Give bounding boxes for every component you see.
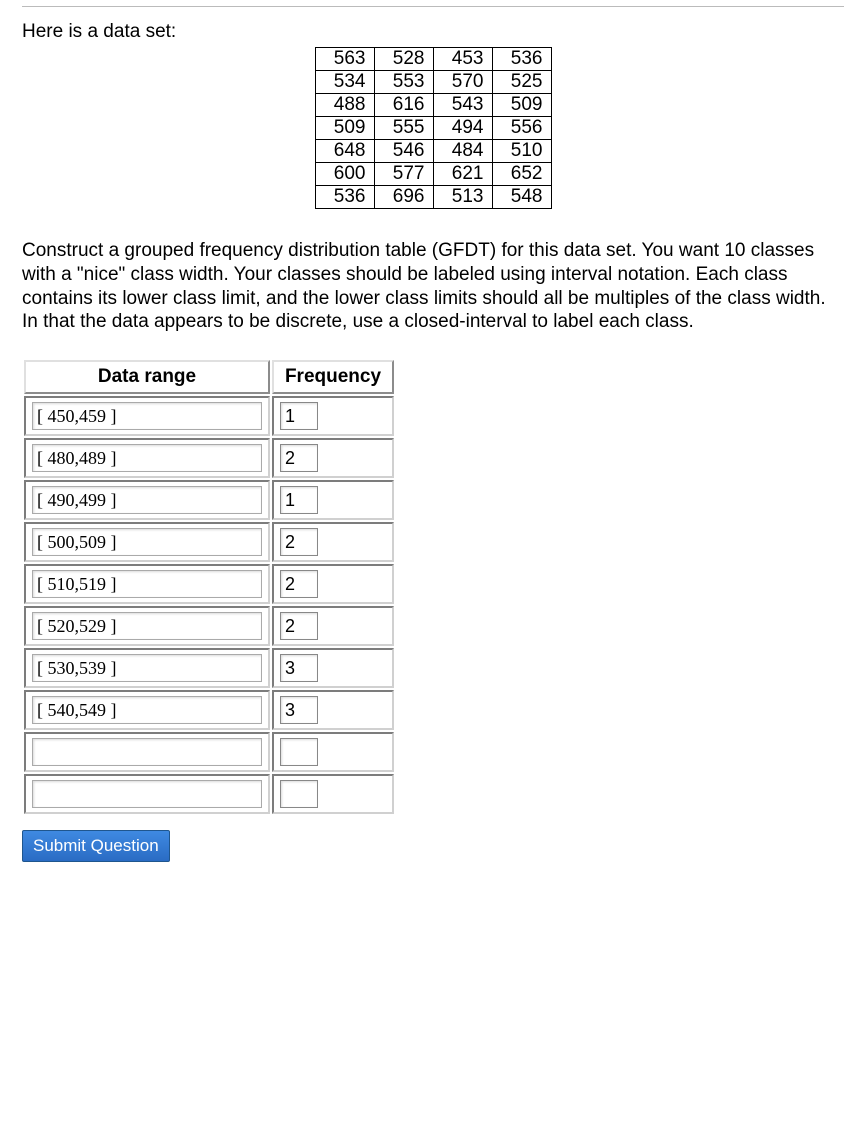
gfdt-header-freq: Frequency xyxy=(272,360,394,394)
gfdt-freq-cell xyxy=(272,606,394,646)
data-cell: 696 xyxy=(374,186,433,209)
gfdt-range-cell xyxy=(24,690,270,730)
data-range-input[interactable] xyxy=(32,780,262,808)
gfdt-row xyxy=(24,648,394,688)
frequency-input[interactable] xyxy=(280,486,318,514)
data-range-input[interactable] xyxy=(32,696,262,724)
gfdt-table: Data range Frequency xyxy=(22,358,396,816)
data-range-input[interactable] xyxy=(32,654,262,682)
data-cell: 555 xyxy=(374,117,433,140)
data-cell: 543 xyxy=(433,94,492,117)
data-cell: 616 xyxy=(374,94,433,117)
gfdt-range-cell xyxy=(24,774,270,814)
frequency-input[interactable] xyxy=(280,528,318,556)
data-cell: 577 xyxy=(374,163,433,186)
gfdt-row xyxy=(24,690,394,730)
gfdt-header-range: Data range xyxy=(24,360,270,394)
data-cell: 484 xyxy=(433,140,492,163)
gfdt-freq-cell xyxy=(272,396,394,436)
data-cell: 509 xyxy=(492,94,551,117)
data-cell: 494 xyxy=(433,117,492,140)
gfdt-freq-cell xyxy=(272,438,394,478)
data-cell: 563 xyxy=(315,48,374,71)
gfdt-range-cell xyxy=(24,522,270,562)
gfdt-row xyxy=(24,480,394,520)
data-cell: 548 xyxy=(492,186,551,209)
data-cell: 509 xyxy=(315,117,374,140)
data-set-table: 5635284535365345535705254886165435095095… xyxy=(315,47,552,209)
intro-text: Here is a data set: xyxy=(22,21,844,43)
gfdt-range-cell xyxy=(24,564,270,604)
frequency-input[interactable] xyxy=(280,780,318,808)
data-cell: 536 xyxy=(492,48,551,71)
data-cell: 510 xyxy=(492,140,551,163)
data-cell: 525 xyxy=(492,71,551,94)
frequency-input[interactable] xyxy=(280,444,318,472)
data-range-input[interactable] xyxy=(32,528,262,556)
data-cell: 536 xyxy=(315,186,374,209)
data-cell: 556 xyxy=(492,117,551,140)
frequency-input[interactable] xyxy=(280,612,318,640)
data-cell: 600 xyxy=(315,163,374,186)
submit-question-button[interactable]: Submit Question xyxy=(22,830,170,862)
gfdt-row xyxy=(24,564,394,604)
gfdt-range-cell xyxy=(24,732,270,772)
frequency-input[interactable] xyxy=(280,738,318,766)
gfdt-range-cell xyxy=(24,438,270,478)
gfdt-row xyxy=(24,522,394,562)
frequency-input[interactable] xyxy=(280,654,318,682)
gfdt-freq-cell xyxy=(272,648,394,688)
data-range-input[interactable] xyxy=(32,570,262,598)
gfdt-freq-cell xyxy=(272,564,394,604)
frequency-input[interactable] xyxy=(280,402,318,430)
data-range-input[interactable] xyxy=(32,402,262,430)
gfdt-range-cell xyxy=(24,648,270,688)
frequency-input[interactable] xyxy=(280,696,318,724)
data-cell: 513 xyxy=(433,186,492,209)
data-cell: 553 xyxy=(374,71,433,94)
gfdt-freq-cell xyxy=(272,690,394,730)
gfdt-row xyxy=(24,396,394,436)
gfdt-range-cell xyxy=(24,606,270,646)
gfdt-freq-cell xyxy=(272,774,394,814)
gfdt-freq-cell xyxy=(272,480,394,520)
gfdt-range-cell xyxy=(24,396,270,436)
frequency-input[interactable] xyxy=(280,570,318,598)
gfdt-row xyxy=(24,732,394,772)
gfdt-row xyxy=(24,438,394,478)
data-cell: 528 xyxy=(374,48,433,71)
instructions-text: Construct a grouped frequency distributi… xyxy=(22,239,844,334)
data-cell: 652 xyxy=(492,163,551,186)
data-range-input[interactable] xyxy=(32,738,262,766)
data-cell: 488 xyxy=(315,94,374,117)
data-range-input[interactable] xyxy=(32,612,262,640)
top-divider xyxy=(22,6,844,7)
gfdt-row xyxy=(24,774,394,814)
data-range-input[interactable] xyxy=(32,486,262,514)
data-range-input[interactable] xyxy=(32,444,262,472)
gfdt-range-cell xyxy=(24,480,270,520)
data-cell: 534 xyxy=(315,71,374,94)
data-cell: 546 xyxy=(374,140,433,163)
data-cell: 570 xyxy=(433,71,492,94)
data-cell: 648 xyxy=(315,140,374,163)
gfdt-row xyxy=(24,606,394,646)
gfdt-freq-cell xyxy=(272,522,394,562)
data-cell: 621 xyxy=(433,163,492,186)
gfdt-freq-cell xyxy=(272,732,394,772)
data-cell: 453 xyxy=(433,48,492,71)
